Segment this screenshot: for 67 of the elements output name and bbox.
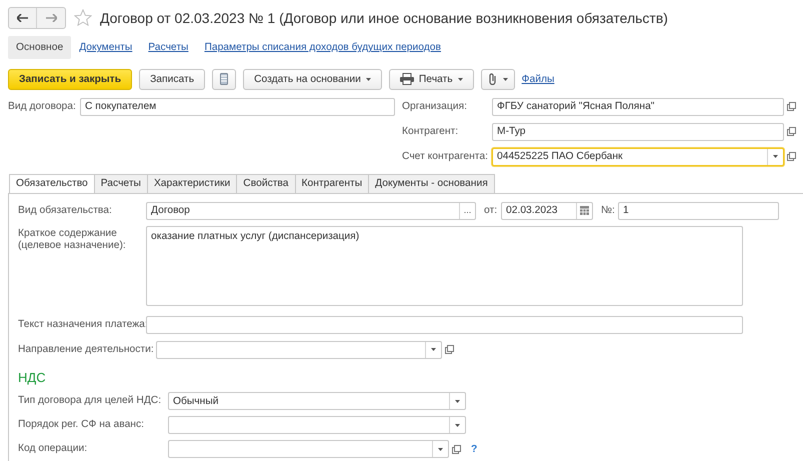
right-arrow-icon <box>46 14 56 22</box>
field-label: Тип договора для целей НДС: <box>18 395 162 407</box>
section-link[interactable]: Основное <box>8 36 72 60</box>
field-label: №: <box>601 204 616 216</box>
input-field[interactable]: 044525225 ПАО Сбербанк <box>492 148 784 166</box>
open-icon[interactable] <box>445 345 454 354</box>
open-icon[interactable] <box>787 127 796 136</box>
field-label: Код операции: <box>18 443 88 455</box>
tab[interactable]: Документы - основания <box>368 174 495 193</box>
open-icon[interactable] <box>452 444 461 454</box>
select-button[interactable]: ... <box>459 202 475 218</box>
section-heading: НДС <box>18 370 47 385</box>
create-based-on-button[interactable]: Создать на основании <box>243 68 382 90</box>
caret-icon <box>431 348 436 351</box>
save-and-close-button[interactable]: Записать и закрыть <box>8 68 132 90</box>
calendar-icon[interactable] <box>580 206 589 215</box>
field-label: Вид обязательства: <box>18 204 113 216</box>
window-title: Договор от 02.03.2023 № 1 (Договор или иное основание возникновения обязательств) <box>100 10 668 26</box>
date-field[interactable]: 02.03.2023 <box>501 202 593 220</box>
section-link[interactable]: Расчеты <box>140 36 196 60</box>
printer-icon <box>400 73 414 86</box>
open-icon[interactable] <box>787 102 796 111</box>
paperclip-icon <box>488 73 498 86</box>
tab[interactable]: Обязательство <box>9 174 95 193</box>
list-button[interactable] <box>212 68 236 90</box>
summary-field[interactable]: оказание платных услуг (диспансеризация) <box>146 226 743 306</box>
caret-icon <box>366 78 371 81</box>
field-label: от: <box>484 204 498 216</box>
open-icon[interactable] <box>787 152 796 161</box>
caret-icon <box>455 400 460 402</box>
section-link[interactable]: Документы <box>71 36 140 60</box>
tab[interactable]: Контрагенты <box>294 174 370 193</box>
caret-icon <box>458 78 463 81</box>
field-label: Вид договора: <box>8 100 77 112</box>
save-button[interactable]: Записать <box>139 68 206 90</box>
tab[interactable]: Расчеты <box>94 174 148 193</box>
field-label: Организация: <box>402 100 468 112</box>
caret-icon <box>773 155 778 158</box>
print-button[interactable]: Печать <box>388 68 474 90</box>
input-field[interactable]: ФГБУ санаторий "Ясная Поляна" <box>492 98 784 116</box>
field-label: Направление деятельности: <box>18 344 155 356</box>
input-field[interactable] <box>168 440 449 458</box>
input-field[interactable]: М-Тур <box>492 122 784 140</box>
input-field[interactable] <box>146 316 743 334</box>
field-label: Краткое содержание (целевое назначение): <box>18 227 127 253</box>
input-field[interactable] <box>168 416 466 434</box>
tab[interactable]: Характеристики <box>146 174 238 193</box>
help-link[interactable]: ? <box>471 444 478 454</box>
input-field[interactable] <box>156 340 442 358</box>
field-label: Контрагент: <box>402 126 460 138</box>
number-field[interactable]: 1 <box>618 202 779 220</box>
input-field[interactable]: Обычный <box>168 392 466 410</box>
field-label: Порядок рег. СФ на аванс: <box>18 419 145 431</box>
caret-icon <box>502 78 508 81</box>
files-link[interactable]: Файлы <box>522 74 554 85</box>
field-label: Счет контрагента: <box>402 150 489 162</box>
tab[interactable]: Свойства <box>236 174 296 193</box>
caret-icon <box>455 424 460 426</box>
input-field[interactable]: С покупателем <box>80 98 395 116</box>
caret-icon <box>438 448 443 450</box>
section-link[interactable]: Параметры списания доходов будущих периодов <box>196 36 449 60</box>
left-arrow-icon <box>17 14 28 22</box>
obligation-field[interactable]: Договор ... <box>146 202 476 220</box>
star-icon[interactable] <box>74 8 92 27</box>
field-label: Текст назначения платежа: <box>18 318 146 330</box>
attach-button[interactable] <box>480 68 515 90</box>
list-icon <box>220 73 228 86</box>
